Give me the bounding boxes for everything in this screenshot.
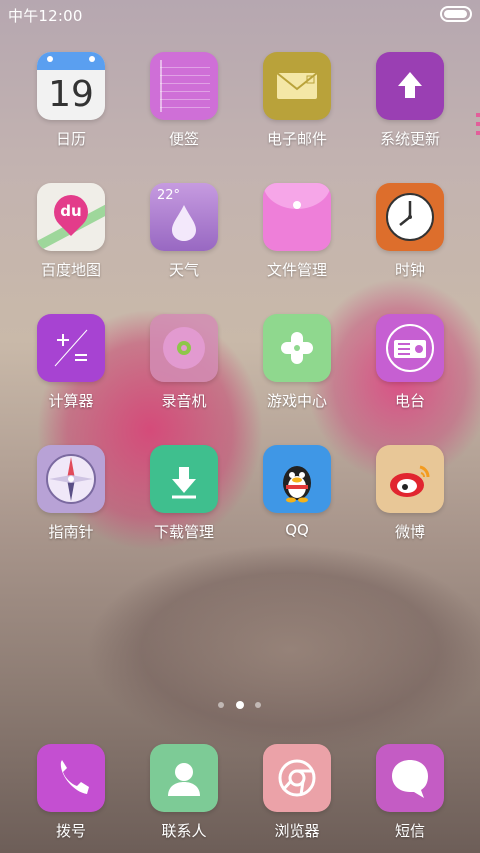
game-center-icon [263, 314, 331, 382]
compass-icon [37, 445, 105, 513]
baidu-du-badge: du [60, 202, 82, 220]
app-weather[interactable]: 22° 天气 [129, 183, 239, 280]
app-label: 时钟 [394, 261, 425, 279]
app-weibo[interactable]: 微博 [355, 445, 465, 542]
app-label: 计算器 [48, 392, 94, 410]
app-label: 天气 [168, 261, 199, 279]
phone-icon [37, 744, 105, 812]
app-notes[interactable]: 便签 [129, 52, 239, 149]
arrow-up-icon [398, 72, 422, 98]
app-label: 浏览器 [274, 822, 320, 840]
app-label: 电子邮件 [266, 130, 327, 148]
clock-face-icon [386, 193, 434, 241]
app-file-manager[interactable]: 文件管理 [242, 183, 352, 280]
page-dot-active[interactable] [236, 701, 244, 709]
dock-messages[interactable]: 短信 [355, 744, 465, 841]
app-calculator[interactable]: 计算器 [16, 314, 126, 411]
qq-icon [263, 445, 331, 513]
app-label: 微博 [394, 523, 425, 541]
clock-icon [376, 183, 444, 251]
calendar-icon: 19 [37, 52, 105, 120]
weibo-icon [376, 445, 444, 513]
dock-browser[interactable]: 浏览器 [242, 744, 352, 841]
recorder-icon [150, 314, 218, 382]
page-indicator [0, 700, 480, 712]
person-icon [168, 763, 200, 796]
app-radio[interactable]: 电台 [355, 314, 465, 411]
app-label: 系统更新 [379, 130, 440, 148]
arrow-down-icon [172, 467, 196, 499]
record-disc-icon [163, 327, 205, 369]
system-update-icon [376, 52, 444, 120]
app-label: 日历 [55, 130, 86, 148]
radio-set-icon [386, 324, 434, 372]
download-manager-icon [150, 445, 218, 513]
app-label: 便签 [168, 130, 199, 148]
app-label: 联系人 [161, 822, 207, 840]
app-label: 拨号 [55, 822, 86, 840]
envelope-icon [276, 72, 318, 99]
app-label: 录音机 [161, 392, 207, 410]
notes-icon [150, 52, 218, 120]
calculator-icon [37, 314, 105, 382]
app-label: 游戏中心 [266, 392, 327, 410]
browser-icon [263, 744, 331, 812]
weather-icon: 22° [150, 183, 218, 251]
chrome-icon [278, 759, 316, 797]
file-manager-icon [263, 183, 331, 251]
app-label: 下载管理 [153, 523, 214, 541]
app-email[interactable]: 电子邮件 [242, 52, 352, 149]
page-dot[interactable] [218, 702, 224, 708]
app-system-update[interactable]: 系统更新 [355, 52, 465, 149]
app-label: QQ [285, 521, 309, 539]
dpad-icon [281, 332, 313, 364]
app-label: 百度地图 [40, 261, 101, 279]
app-grid: 19 日历 便签 电子邮件 系统更新 du 百度地图 22° 天气 文件管理 时… [0, 0, 480, 853]
app-game-center[interactable]: 游戏中心 [242, 314, 352, 411]
weibo-eye-icon [390, 465, 430, 497]
handset-icon [60, 760, 89, 794]
messages-icon [376, 744, 444, 812]
app-label: 指南针 [48, 523, 94, 541]
compass-needle-icon [46, 454, 96, 504]
calendar-day-number: 19 [48, 74, 94, 115]
dock-contacts[interactable]: 联系人 [129, 744, 239, 841]
baidu-map-icon: du [37, 183, 105, 251]
email-icon [263, 52, 331, 120]
app-label: 电台 [394, 392, 425, 410]
contacts-icon [150, 744, 218, 812]
app-clock[interactable]: 时钟 [355, 183, 465, 280]
app-calendar[interactable]: 19 日历 [16, 52, 126, 149]
app-qq[interactable]: QQ [242, 445, 352, 539]
weather-temperature: 22° [157, 188, 181, 203]
app-compass[interactable]: 指南针 [16, 445, 126, 542]
penguin-icon [283, 466, 311, 503]
app-recorder[interactable]: 录音机 [129, 314, 239, 411]
plus-equals-icon [54, 329, 88, 367]
dock-phone[interactable]: 拨号 [16, 744, 126, 841]
app-baidu-map[interactable]: du 百度地图 [16, 183, 126, 280]
chat-bubble-icon [392, 760, 428, 798]
app-label: 短信 [394, 822, 425, 840]
app-label: 文件管理 [266, 261, 327, 279]
radio-icon [376, 314, 444, 382]
page-dot[interactable] [255, 702, 261, 708]
app-download-manager[interactable]: 下载管理 [129, 445, 239, 542]
